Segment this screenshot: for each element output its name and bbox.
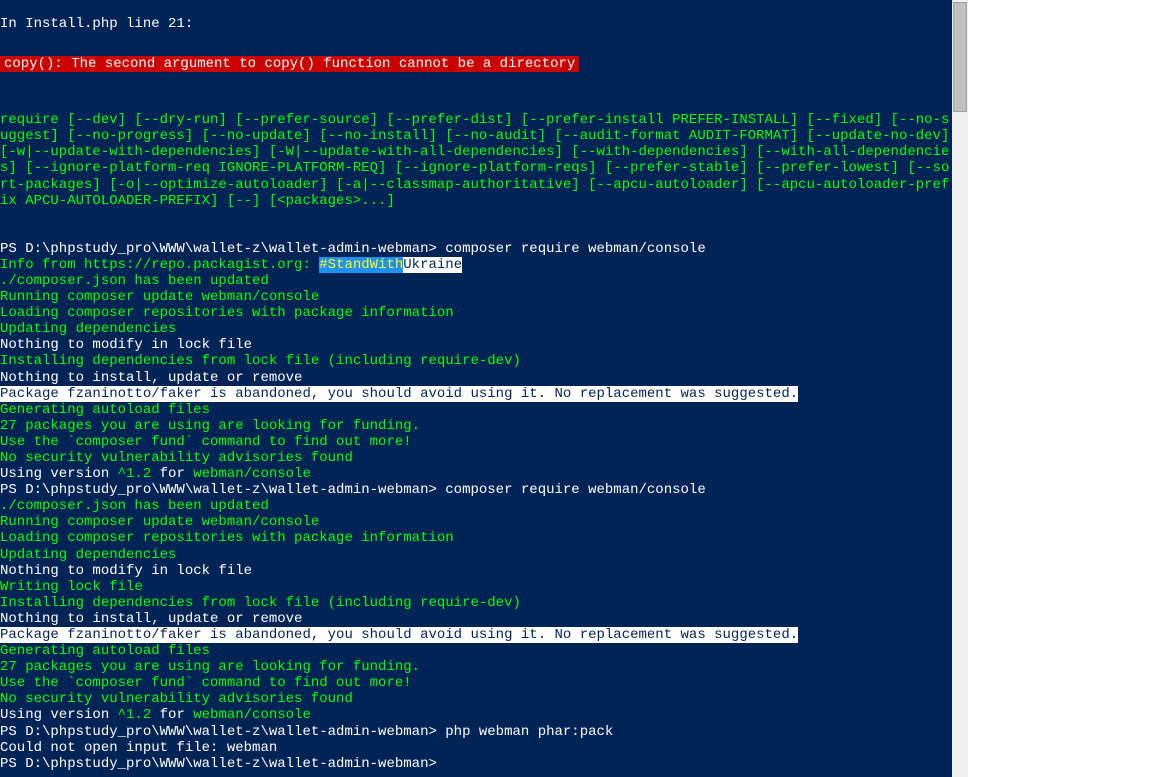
version-num: ^1.2 (118, 466, 152, 482)
scrollbar-thumb[interactable] (953, 2, 967, 112)
updating-deps: Updating dependencies (0, 321, 952, 337)
installing-deps-2: Installing dependencies from lock file (… (0, 595, 952, 611)
packagist-info: Info from https://repo.packagist.org: #S… (0, 257, 952, 273)
open-file-error: Could not open input file: webman (0, 740, 952, 756)
fund-command-2: Use the `composer fund` command to find … (0, 675, 952, 691)
generating-autoload: Generating autoload files (0, 402, 952, 418)
info-prefix: Info from https://repo.packagist.org: (0, 257, 319, 273)
blank-line (0, 209, 952, 225)
blank-line (0, 80, 952, 96)
abandoned-text: Package fzaninotto/faker is abandoned, y… (0, 386, 798, 402)
prompt-line-1: PS D:\phpstudy_pro\WWW\wallet-z\wallet-a… (0, 241, 952, 257)
prompt-line-2: PS D:\phpstudy_pro\WWW\wallet-z\wallet-a… (0, 482, 952, 498)
fund-command: Use the `composer fund` command to find … (0, 434, 952, 450)
abandoned-text-2: Package fzaninotto/faker is abandoned, y… (0, 627, 798, 643)
version-line-2: Using version ^1.2 for webman/console (0, 707, 952, 723)
terminal-content: In Install.php line 21: copy(): The seco… (0, 0, 952, 772)
generating-autoload-2: Generating autoload files (0, 643, 952, 659)
version-line: Using version ^1.2 for webman/console (0, 466, 952, 482)
installing-deps: Installing dependencies from lock file (… (0, 353, 952, 369)
error-message: copy(): The second argument to copy() fu… (0, 56, 579, 72)
version-pkg-2: webman/console (193, 707, 311, 723)
json-updated: ./composer.json has been updated (0, 273, 952, 289)
blank-line (0, 225, 952, 241)
nothing-modify-2: Nothing to modify in lock file (0, 563, 952, 579)
usage-text: require [--dev] [--dry-run] [--prefer-so… (0, 112, 952, 209)
blank-line (0, 0, 952, 16)
running-update-2: Running composer update webman/console (0, 514, 952, 530)
version-mid-2: for (151, 707, 193, 723)
abandoned-warning: Package fzaninotto/faker is abandoned, y… (0, 386, 952, 402)
powershell-terminal[interactable]: In Install.php line 21: copy(): The seco… (0, 0, 968, 777)
funding-count-2: 27 packages you are using are looking fo… (0, 659, 952, 675)
error-message-box: copy(): The second argument to copy() fu… (0, 48, 952, 80)
version-pre: Using version (0, 466, 118, 482)
nothing-install-2: Nothing to install, update or remove (0, 611, 952, 627)
funding-count: 27 packages you are using are looking fo… (0, 418, 952, 434)
error-location: In Install.php line 21: (0, 16, 952, 32)
version-pre-2: Using version (0, 707, 118, 723)
blank-line (0, 96, 952, 112)
security-ok: No security vulnerability advisories fou… (0, 450, 952, 466)
nothing-modify: Nothing to modify in lock file (0, 337, 952, 353)
json-updated-2: ./composer.json has been updated (0, 498, 952, 514)
standwith-tag: #StandWith (319, 257, 403, 273)
blank-line (0, 32, 952, 48)
version-mid: for (151, 466, 193, 482)
loading-repos: Loading composer repositories with packa… (0, 305, 952, 321)
nothing-install: Nothing to install, update or remove (0, 370, 952, 386)
security-ok-2: No security vulnerability advisories fou… (0, 691, 952, 707)
abandoned-warning-2: Package fzaninotto/faker is abandoned, y… (0, 627, 952, 643)
writing-lock: Writing lock file (0, 579, 952, 595)
version-pkg: webman/console (193, 466, 311, 482)
prompt-line-4[interactable]: PS D:\phpstudy_pro\WWW\wallet-z\wallet-a… (0, 756, 952, 772)
loading-repos-2: Loading composer repositories with packa… (0, 530, 952, 546)
running-update: Running composer update webman/console (0, 289, 952, 305)
prompt-line-3: PS D:\phpstudy_pro\WWW\wallet-z\wallet-a… (0, 724, 952, 740)
version-num-2: ^1.2 (118, 707, 152, 723)
ukraine-tag: Ukraine (403, 257, 462, 273)
vertical-scrollbar[interactable] (952, 0, 968, 777)
updating-deps-2: Updating dependencies (0, 547, 952, 563)
